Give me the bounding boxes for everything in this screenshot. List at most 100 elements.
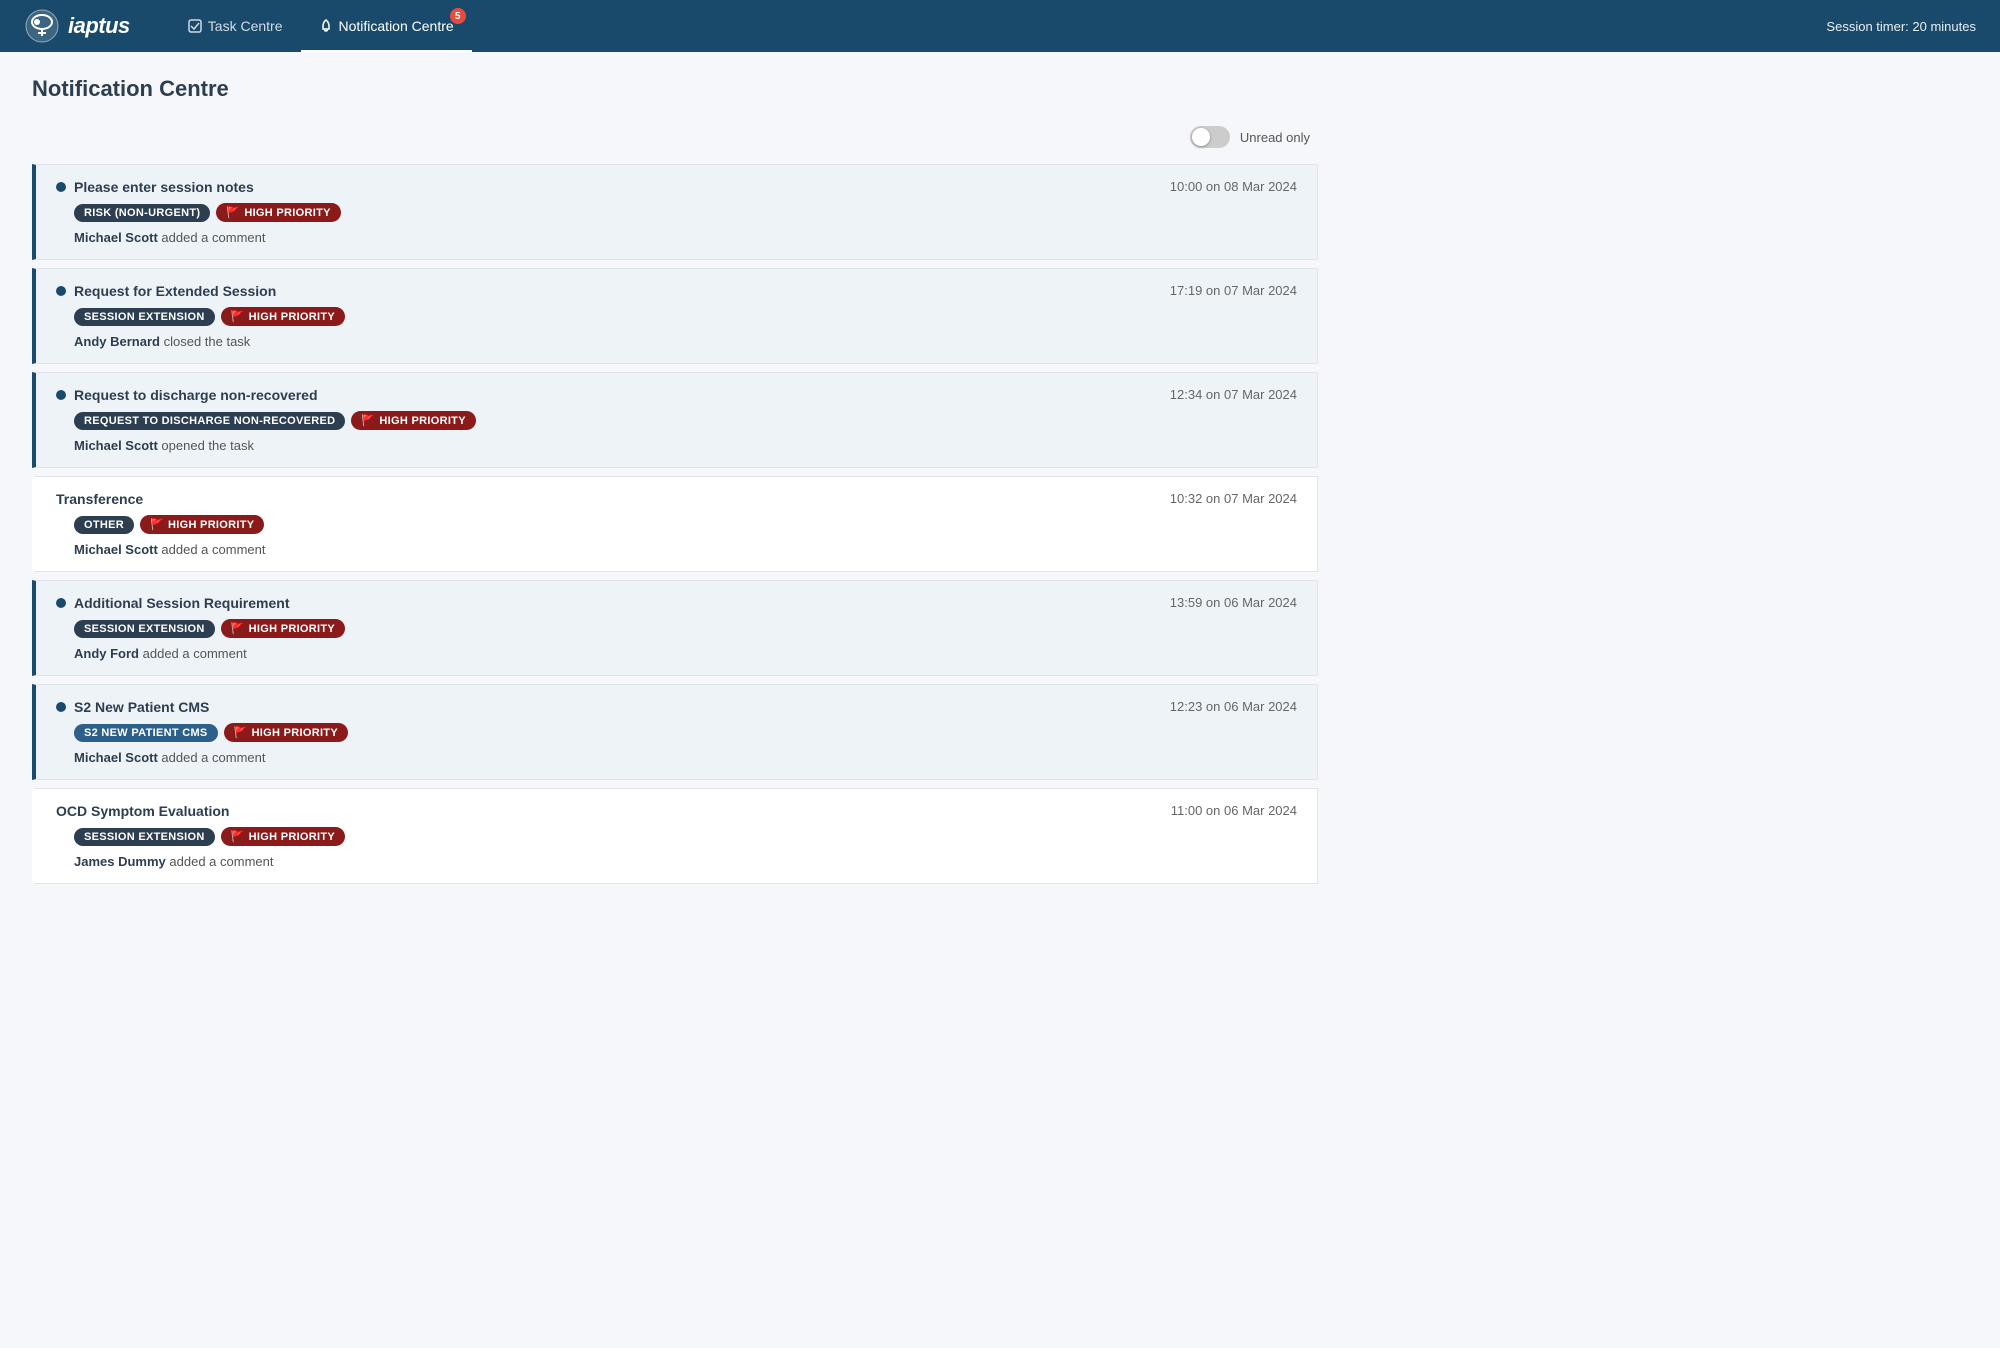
notification-item[interactable]: Request for Extended Session 17:19 on 07… [32,268,1318,364]
flag-icon: 🚩 [361,414,375,427]
tag-s2: S2 NEW PATIENT CMS [74,724,218,742]
notification-tags: SESSION EXTENSION 🚩HIGH PRIORITY [74,307,1297,326]
notification-header: Additional Session Requirement 13:59 on … [56,595,1297,611]
body-action: added a comment [161,230,265,245]
notification-time: 10:32 on 07 Mar 2024 [1170,491,1297,506]
notification-title: Additional Session Requirement [74,595,289,611]
notification-title: Transference [56,491,143,507]
notification-body: James Dummy added a comment [74,854,1297,869]
notification-body: Andy Bernard closed the task [74,334,1297,349]
tag-priority: 🚩HIGH PRIORITY [221,307,345,326]
toggle-label: Unread only [1240,130,1310,145]
notification-item[interactable]: Please enter session notes 10:00 on 08 M… [32,164,1318,260]
body-action: added a comment [161,542,265,557]
notification-title-row: S2 New Patient CMS [56,699,209,715]
notification-title-row: Additional Session Requirement [56,595,289,611]
notification-header: Request to discharge non-recovered 12:34… [56,387,1297,403]
nav-task-centre[interactable]: Task Centre [170,0,301,52]
main-content: Notification Centre Unread only Please e… [0,52,1350,916]
tag-category: REQUEST TO DISCHARGE NON-RECOVERED [74,412,345,430]
body-name: Michael Scott [74,750,158,765]
tag-priority: 🚩HIGH PRIORITY [224,723,348,742]
body-name: Andy Ford [74,646,139,661]
logo-icon [24,8,60,44]
unread-dot [56,182,66,192]
notification-title-row: Request for Extended Session [56,283,276,299]
tag-priority: 🚩HIGH PRIORITY [216,203,340,222]
flag-icon: 🚩 [231,310,245,323]
notification-title: OCD Symptom Evaluation [56,803,229,819]
tag-category: SESSION EXTENSION [74,308,215,326]
notification-tags: OTHER 🚩HIGH PRIORITY [74,515,1297,534]
notification-tags: SESSION EXTENSION 🚩HIGH PRIORITY [74,619,1297,638]
notification-title: Request for Extended Session [74,283,276,299]
notification-body: Michael Scott opened the task [74,438,1297,453]
notification-item[interactable]: Request to discharge non-recovered 12:34… [32,372,1318,468]
checkbox-icon [188,19,202,33]
logo-area: iaptus [24,8,130,44]
notification-title-row: OCD Symptom Evaluation [56,803,229,819]
notification-body: Michael Scott added a comment [74,750,1297,765]
notification-header: Please enter session notes 10:00 on 08 M… [56,179,1297,195]
tag-category: SESSION EXTENSION [74,620,215,638]
notification-title: Request to discharge non-recovered [74,387,318,403]
unread-dot [56,390,66,400]
tag-category: SESSION EXTENSION [74,828,215,846]
notification-body: Michael Scott added a comment [74,542,1297,557]
body-name: Andy Bernard [74,334,160,349]
flag-icon: 🚩 [226,206,240,219]
flag-icon: 🚩 [231,830,245,843]
notification-title-row: Transference [56,491,143,507]
body-name: Michael Scott [74,542,158,557]
nav-notification-centre[interactable]: Notification Centre 5 [301,0,472,52]
tag-priority: 🚩HIGH PRIORITY [221,827,345,846]
notification-header: Transference 10:32 on 07 Mar 2024 [56,491,1297,507]
notification-tags: S2 NEW PATIENT CMS 🚩HIGH PRIORITY [74,723,1297,742]
body-action: added a comment [143,646,247,661]
body-name: James Dummy [74,854,166,869]
body-action: added a comment [169,854,273,869]
notification-item[interactable]: Transference 10:32 on 07 Mar 2024 OTHER … [32,476,1318,572]
notification-time: 12:23 on 06 Mar 2024 [1170,699,1297,714]
notification-title-row: Please enter session notes [56,179,254,195]
notification-item[interactable]: S2 New Patient CMS 12:23 on 06 Mar 2024 … [32,684,1318,780]
tag-priority: 🚩HIGH PRIORITY [221,619,345,638]
bell-icon [319,19,333,34]
notification-time: 13:59 on 06 Mar 2024 [1170,595,1297,610]
unread-dot [56,598,66,608]
session-timer: Session timer: 20 minutes [1826,19,1976,34]
body-action: opened the task [161,438,254,453]
notification-title-row: Request to discharge non-recovered [56,387,318,403]
notification-item[interactable]: Additional Session Requirement 13:59 on … [32,580,1318,676]
tag-priority: 🚩HIGH PRIORITY [140,515,264,534]
notification-header: Request for Extended Session 17:19 on 07… [56,283,1297,299]
notification-tags: RISK (NON-URGENT) 🚩HIGH PRIORITY [74,203,1297,222]
flag-icon: 🚩 [234,726,248,739]
tag-other: OTHER [74,516,134,534]
tag-priority: 🚩HIGH PRIORITY [351,411,475,430]
notification-header: OCD Symptom Evaluation 11:00 on 06 Mar 2… [56,803,1297,819]
notification-centre-label: Notification Centre [339,18,454,34]
header: iaptus Task Centre Notification Centre 5… [0,0,2000,52]
notification-time: 10:00 on 08 Mar 2024 [1170,179,1297,194]
notification-item[interactable]: OCD Symptom Evaluation 11:00 on 06 Mar 2… [32,788,1318,884]
notification-body: Andy Ford added a comment [74,646,1297,661]
notification-time: 17:19 on 07 Mar 2024 [1170,283,1297,298]
body-name: Michael Scott [74,438,158,453]
body-action: closed the task [164,334,251,349]
unread-only-toggle[interactable] [1190,126,1230,148]
body-name: Michael Scott [74,230,158,245]
notification-title: Please enter session notes [74,179,254,195]
flag-icon: 🚩 [231,622,245,635]
notification-title: S2 New Patient CMS [74,699,209,715]
notification-tags: SESSION EXTENSION 🚩HIGH PRIORITY [74,827,1297,846]
toggle-row: Unread only [32,126,1318,148]
notification-body: Michael Scott added a comment [74,230,1297,245]
notification-tags: REQUEST TO DISCHARGE NON-RECOVERED 🚩HIGH… [74,411,1297,430]
tag-category: RISK (NON-URGENT) [74,204,210,222]
notification-header: S2 New Patient CMS 12:23 on 06 Mar 2024 [56,699,1297,715]
nav: Task Centre Notification Centre 5 [170,0,1827,52]
notification-badge: 5 [450,8,466,24]
flag-icon: 🚩 [150,518,164,531]
unread-dot [56,286,66,296]
